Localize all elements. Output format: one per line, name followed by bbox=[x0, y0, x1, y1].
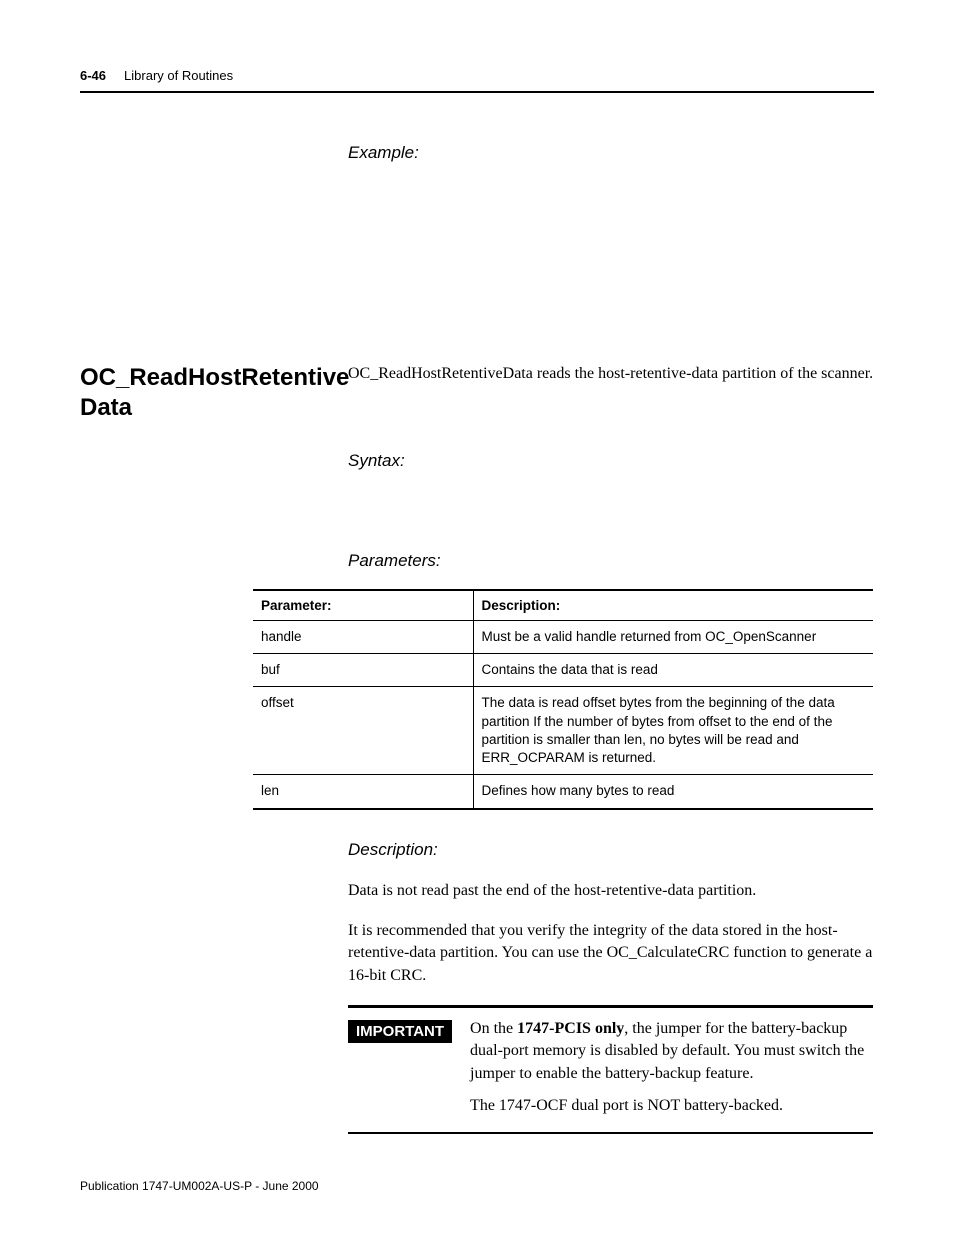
example-heading: Example: bbox=[348, 143, 874, 163]
desc-cell: Must be a valid handle returned from OC_… bbox=[473, 621, 873, 654]
important-badge: IMPORTANT bbox=[348, 1020, 452, 1043]
important-p2: The 1747-OCF dual port is NOT battery-ba… bbox=[470, 1095, 873, 1117]
header-title: Library of Routines bbox=[124, 68, 233, 83]
important-p1-bold: 1747-PCIS only bbox=[517, 1020, 624, 1037]
header-rule bbox=[80, 91, 874, 93]
param-cell: buf bbox=[253, 654, 473, 687]
page-header: 6-46 Library of Routines bbox=[80, 68, 874, 83]
param-cell: len bbox=[253, 775, 473, 809]
table-row: offset The data is read offset bytes fro… bbox=[253, 687, 873, 775]
table-header-row: Parameter: Description: bbox=[253, 590, 873, 621]
section-title: OC_ReadHostRetentive Data bbox=[80, 363, 348, 423]
important-box: IMPORTANT On the 1747-PCIS only, the jum… bbox=[348, 1005, 873, 1134]
footer: Publication 1747-UM002A-US-P - June 2000 bbox=[80, 1179, 319, 1193]
table-row: len Defines how many bytes to read bbox=[253, 775, 873, 809]
important-text: On the 1747-PCIS only, the jumper for th… bbox=[470, 1018, 873, 1118]
page-number: 6-46 bbox=[80, 68, 106, 83]
syntax-heading: Syntax: bbox=[348, 451, 874, 471]
desc-cell: The data is read offset bytes from the b… bbox=[473, 687, 873, 775]
parameters-table: Parameter: Description: handle Must be a… bbox=[253, 589, 873, 810]
description-heading: Description: bbox=[348, 840, 874, 860]
section-row: OC_ReadHostRetentive Data OC_ReadHostRet… bbox=[80, 363, 874, 423]
col-header-parameter: Parameter: bbox=[253, 590, 473, 621]
col-header-description: Description: bbox=[473, 590, 873, 621]
param-cell: handle bbox=[253, 621, 473, 654]
important-p1-prefix: On the bbox=[470, 1020, 517, 1037]
desc-cell: Contains the data that is read bbox=[473, 654, 873, 687]
parameters-heading: Parameters: bbox=[348, 551, 874, 571]
section-intro: OC_ReadHostRetentiveData reads the host-… bbox=[348, 363, 874, 423]
table-row: handle Must be a valid handle returned f… bbox=[253, 621, 873, 654]
description-paragraph: Data is not read past the end of the hos… bbox=[348, 880, 874, 902]
desc-cell: Defines how many bytes to read bbox=[473, 775, 873, 809]
param-cell: offset bbox=[253, 687, 473, 775]
description-paragraph: It is recommended that you verify the in… bbox=[348, 920, 874, 987]
table-row: buf Contains the data that is read bbox=[253, 654, 873, 687]
